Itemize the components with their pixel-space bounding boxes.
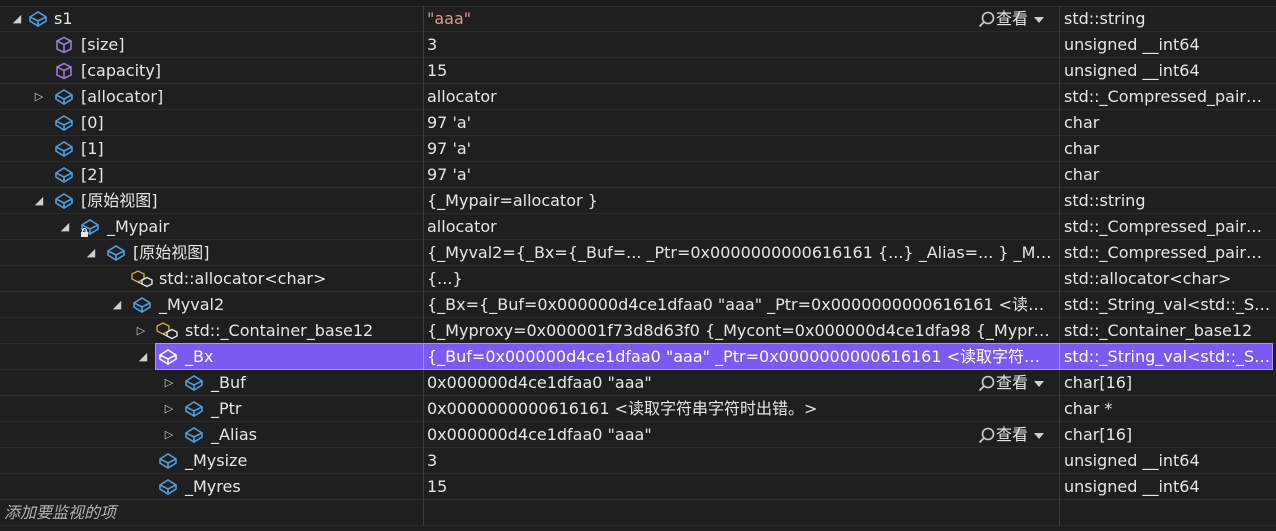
- variable-value[interactable]: 0x0000000000616161 <读取字符串字符时出错。>: [427, 396, 1055, 421]
- variable-value[interactable]: {_Mypair=allocator }: [427, 188, 1055, 213]
- watch-window: ◢ s1 "aaa" 查看 std::string [size] 3 unsig…: [0, 0, 1276, 531]
- variable-name: [capacity]: [81, 61, 162, 80]
- variable-name: std::allocator<char>: [159, 269, 327, 288]
- magnifier-icon: [978, 11, 995, 27]
- watch-row-s1[interactable]: ◢ s1 "aaa" 查看 std::string: [0, 6, 1276, 32]
- variable-name: _Alias: [211, 425, 257, 444]
- variable-name: _Bx: [185, 347, 214, 366]
- variable-value[interactable]: "aaa": [427, 6, 1055, 31]
- variable-name: _Mypair: [107, 217, 170, 236]
- variable-type: std::_Compressed_pair<...: [1064, 243, 1272, 262]
- visualizer-button[interactable]: 查看: [978, 422, 1045, 447]
- visualizer-label: 查看: [996, 425, 1029, 444]
- watch-row-index-0[interactable]: [0] 97 'a' char: [0, 110, 1276, 136]
- variable-type: char: [1064, 139, 1100, 158]
- watch-row-buf[interactable]: ▷ _Buf 0x000000d4ce1dfaa0 "aaa" 查看 char[…: [0, 370, 1276, 396]
- variable-value[interactable]: 97 'a': [427, 162, 1055, 187]
- watch-row-capacity[interactable]: [capacity] 15 unsigned __int64: [0, 58, 1276, 84]
- variable-name: _Myval2: [159, 295, 225, 314]
- watch-row-bx[interactable]: ◢ _Bx {_Buf=0x000000d4ce1dfaa0 "aaa" _Pt…: [0, 343, 1276, 370]
- variable-type: unsigned __int64: [1064, 477, 1200, 496]
- watch-row-index-1[interactable]: [1] 97 'a' char: [0, 136, 1276, 162]
- variable-name: _Buf: [211, 373, 246, 392]
- watch-row-ptr[interactable]: ▷ _Ptr 0x0000000000616161 <读取字符串字符时出错。> …: [0, 396, 1276, 422]
- watch-row-mysize[interactable]: _Mysize 3 unsigned __int64: [0, 448, 1276, 474]
- variable-type: std::string: [1064, 9, 1146, 28]
- variable-value[interactable]: 97 'a': [427, 110, 1055, 135]
- variable-type: char[16]: [1064, 425, 1133, 444]
- variable-name: [allocator]: [81, 87, 164, 106]
- watch-row-raw-view-nested[interactable]: ◢ [原始视图] {_Myval2={_Bx={_Buf=... _Ptr=0x…: [0, 240, 1276, 266]
- variable-type: std::_Compressed_pair<...: [1064, 217, 1272, 236]
- variable-type: std::_Container_base12: [1064, 321, 1253, 340]
- variable-type: std::allocator<char>: [1064, 269, 1232, 288]
- watch-row-index-2[interactable]: [2] 97 'a' char: [0, 162, 1276, 188]
- variable-type: unsigned __int64: [1064, 451, 1200, 470]
- watch-row-myres[interactable]: _Myres 15 unsigned __int64: [0, 474, 1276, 500]
- variable-value[interactable]: {_Myval2={_Bx={_Buf=... _Ptr=0x000000000…: [427, 240, 1055, 265]
- variable-type: std::_Compressed_pair<...: [1064, 87, 1272, 106]
- variable-value[interactable]: allocator: [427, 214, 1055, 239]
- variable-name: [原始视图]: [133, 243, 210, 262]
- variable-value[interactable]: 0x000000d4ce1dfaa0 "aaa": [427, 370, 1055, 395]
- variable-value[interactable]: 3: [427, 32, 1055, 57]
- watch-row-allocator[interactable]: ▷ [allocator] allocator std::_Compressed…: [0, 84, 1276, 110]
- variable-type: char *: [1064, 399, 1113, 418]
- variable-type: char[16]: [1064, 373, 1133, 392]
- watch-row-base-allocator[interactable]: std::allocator<char> {...} std::allocato…: [0, 266, 1276, 292]
- watch-row-mypair[interactable]: ◢ _Mypair allocator std::_Compressed_pai…: [0, 214, 1276, 240]
- variable-value[interactable]: 0x000000d4ce1dfaa0 "aaa": [427, 422, 1055, 447]
- watch-row-raw-view[interactable]: ◢ [原始视图] {_Mypair=allocator } std::strin…: [0, 188, 1276, 214]
- dropdown-arrow-icon[interactable]: [1034, 380, 1045, 387]
- magnifier-icon: [978, 427, 995, 443]
- dropdown-arrow-icon[interactable]: [1034, 16, 1045, 23]
- watch-row-container-base[interactable]: ▷ std::_Container_base12 {_Myproxy=0x000…: [0, 318, 1276, 344]
- watch-row-myval2[interactable]: ◢ _Myval2 {_Bx={_Buf=0x000000d4ce1dfaa0 …: [0, 292, 1276, 318]
- add-watch-placeholder[interactable]: 添加要监视的项: [4, 500, 116, 525]
- variable-type: std::_String_val<std::_Si...: [1064, 347, 1272, 366]
- variable-type: unsigned __int64: [1064, 35, 1200, 54]
- visualizer-label: 查看: [996, 9, 1029, 28]
- variable-value[interactable]: 15: [427, 474, 1055, 499]
- variable-name: [0]: [81, 113, 104, 132]
- variable-value[interactable]: 15: [427, 58, 1055, 83]
- variable-type: char: [1064, 165, 1100, 184]
- variable-value[interactable]: {_Buf=0x000000d4ce1dfaa0 "aaa" _Ptr=0x00…: [427, 344, 1055, 369]
- variable-name: _Mysize: [185, 451, 248, 470]
- magnifier-icon: [978, 375, 995, 391]
- variable-type: std::string: [1064, 191, 1146, 210]
- variable-name: std::_Container_base12: [185, 321, 374, 340]
- add-watch-row[interactable]: 添加要监视的项: [0, 500, 1276, 526]
- variable-name: [1]: [81, 139, 104, 158]
- watch-row-alias[interactable]: ▷ _Alias 0x000000d4ce1dfaa0 "aaa" 查看 cha…: [0, 422, 1276, 448]
- visualizer-button[interactable]: 查看: [978, 370, 1045, 395]
- variable-value[interactable]: {_Myproxy=0x000001f73d8d63f0 {_Mycont=0x…: [427, 318, 1055, 343]
- visualizer-button[interactable]: 查看: [978, 6, 1045, 31]
- variable-name: [原始视图]: [81, 191, 158, 210]
- dropdown-arrow-icon[interactable]: [1034, 432, 1045, 439]
- variable-name: [2]: [81, 165, 104, 184]
- variable-type: char: [1064, 113, 1100, 132]
- variable-value[interactable]: {_Bx={_Buf=0x000000d4ce1dfaa0 "aaa" _Ptr…: [427, 292, 1055, 317]
- variable-name: _Myres: [185, 477, 241, 496]
- variable-value[interactable]: 3: [427, 448, 1055, 473]
- variable-type: unsigned __int64: [1064, 61, 1200, 80]
- variable-name: s1: [54, 9, 73, 28]
- variable-value[interactable]: {...}: [427, 266, 1055, 291]
- visualizer-label: 查看: [996, 373, 1029, 392]
- variable-value[interactable]: allocator: [427, 84, 1055, 109]
- variable-name: [size]: [81, 35, 125, 54]
- variable-type: std::_String_val<std::_Si...: [1064, 295, 1272, 314]
- watch-row-size[interactable]: [size] 3 unsigned __int64: [0, 32, 1276, 58]
- variable-name: _Ptr: [211, 399, 242, 418]
- variable-value[interactable]: 97 'a': [427, 136, 1055, 161]
